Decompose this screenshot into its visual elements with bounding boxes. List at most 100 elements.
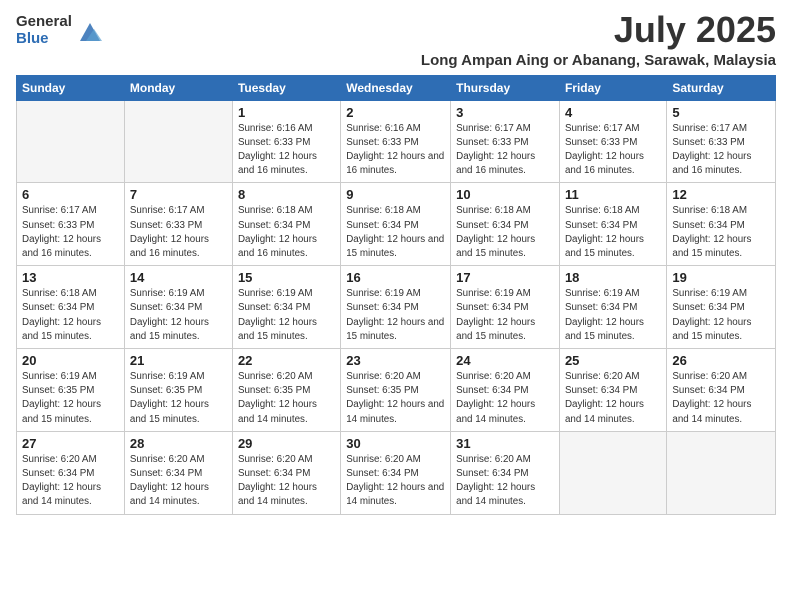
calendar-cell: 17 Sunrise: 6:19 AM Sunset: 6:34 PM Dayli… (451, 266, 560, 349)
day-info: Sunrise: 6:20 AM Sunset: 6:34 PM Dayligh… (22, 453, 119, 510)
day-number: 22 (238, 353, 335, 368)
day-info: Sunrise: 6:19 AM Sunset: 6:35 PM Dayligh… (130, 370, 227, 427)
day-info: Sunrise: 6:17 AM Sunset: 6:33 PM Dayligh… (672, 122, 770, 179)
day-info: Sunrise: 6:19 AM Sunset: 6:35 PM Dayligh… (22, 370, 119, 427)
day-number: 7 (130, 187, 227, 202)
calendar-cell: 7 Sunrise: 6:17 AM Sunset: 6:33 PM Daylig… (124, 183, 232, 266)
day-info: Sunrise: 6:20 AM Sunset: 6:34 PM Dayligh… (672, 370, 770, 427)
weekday-header: Wednesday (341, 75, 451, 100)
calendar-cell: 11Sunrise: 6:18 AM Sunset: 6:34 PM Dayli… (559, 183, 666, 266)
weekday-header-row: SundayMondayTuesdayWednesdayThursdayFrid… (17, 75, 776, 100)
day-info: Sunrise: 6:20 AM Sunset: 6:34 PM Dayligh… (456, 453, 554, 510)
calendar-cell: 4 Sunrise: 6:17 AM Sunset: 6:33 PM Daylig… (559, 100, 666, 183)
day-info: Sunrise: 6:20 AM Sunset: 6:34 PM Dayligh… (238, 453, 335, 510)
day-number: 2 (346, 105, 445, 120)
page: General Blue July 2025 Long Ampan Aing o… (0, 0, 792, 612)
day-number: 17 (456, 270, 554, 285)
day-info: Sunrise: 6:20 AM Sunset: 6:35 PM Dayligh… (238, 370, 335, 427)
day-info: Sunrise: 6:19 AM Sunset: 6:34 PM Dayligh… (565, 287, 661, 344)
calendar-cell (124, 100, 232, 183)
calendar-cell (17, 100, 125, 183)
day-number: 26 (672, 353, 770, 368)
weekday-header: Tuesday (232, 75, 340, 100)
day-number: 15 (238, 270, 335, 285)
day-number: 23 (346, 353, 445, 368)
day-number: 3 (456, 105, 554, 120)
weekday-header: Monday (124, 75, 232, 100)
month-title: July 2025 (421, 10, 776, 50)
calendar-cell: 26 Sunrise: 6:20 AM Sunset: 6:34 PM Dayli… (667, 349, 776, 432)
day-number: 30 (346, 436, 445, 451)
calendar-cell: 8 Sunrise: 6:18 AM Sunset: 6:34 PM Daylig… (232, 183, 340, 266)
calendar-cell: 10 Sunrise: 6:18 AM Sunset: 6:34 PM Dayli… (451, 183, 560, 266)
calendar-cell: 3 Sunrise: 6:17 AM Sunset: 6:33 PM Daylig… (451, 100, 560, 183)
day-number: 29 (238, 436, 335, 451)
day-number: 9 (346, 187, 445, 202)
day-number: 16 (346, 270, 445, 285)
day-number: 4 (565, 105, 661, 120)
logo: General Blue (16, 14, 104, 47)
day-number: 21 (130, 353, 227, 368)
day-info: Sunrise: 6:17 AM Sunset: 6:33 PM Dayligh… (565, 122, 661, 179)
calendar-cell: 2 Sunrise: 6:16 AM Sunset: 6:33 PM Daylig… (341, 100, 451, 183)
weekday-header: Thursday (451, 75, 560, 100)
calendar-cell: 15Sunrise: 6:19 AM Sunset: 6:34 PM Dayli… (232, 266, 340, 349)
day-info: Sunrise: 6:19 AM Sunset: 6:34 PM Dayligh… (130, 287, 227, 344)
day-info: Sunrise: 6:18 AM Sunset: 6:34 PM Dayligh… (22, 287, 119, 344)
day-info: Sunrise: 6:18 AM Sunset: 6:34 PM Dayligh… (346, 204, 445, 261)
day-number: 27 (22, 436, 119, 451)
day-number: 5 (672, 105, 770, 120)
day-info: Sunrise: 6:20 AM Sunset: 6:34 PM Dayligh… (456, 370, 554, 427)
calendar-cell: 22 Sunrise: 6:20 AM Sunset: 6:35 PM Dayli… (232, 349, 340, 432)
calendar-cell: 23 Sunrise: 6:20 AM Sunset: 6:35 PM Dayli… (341, 349, 451, 432)
day-number: 10 (456, 187, 554, 202)
day-number: 6 (22, 187, 119, 202)
day-info: Sunrise: 6:20 AM Sunset: 6:34 PM Dayligh… (346, 453, 445, 510)
logo-icon (76, 17, 104, 45)
day-number: 12 (672, 187, 770, 202)
day-info: Sunrise: 6:17 AM Sunset: 6:33 PM Dayligh… (130, 204, 227, 261)
day-info: Sunrise: 6:19 AM Sunset: 6:34 PM Dayligh… (456, 287, 554, 344)
logo-blue: Blue (16, 31, 72, 48)
logo-text: General Blue (16, 14, 72, 47)
logo-general: General (16, 14, 72, 31)
calendar-week-row: 20 Sunrise: 6:19 AM Sunset: 6:35 PM Dayli… (17, 349, 776, 432)
calendar-table: SundayMondayTuesdayWednesdayThursdayFrid… (16, 75, 776, 515)
day-number: 19 (672, 270, 770, 285)
calendar-cell: 12 Sunrise: 6:18 AM Sunset: 6:34 PM Dayli… (667, 183, 776, 266)
day-info: Sunrise: 6:19 AM Sunset: 6:34 PM Dayligh… (672, 287, 770, 344)
day-info: Sunrise: 6:20 AM Sunset: 6:34 PM Dayligh… (130, 453, 227, 510)
day-info: Sunrise: 6:18 AM Sunset: 6:34 PM Dayligh… (238, 204, 335, 261)
day-number: 31 (456, 436, 554, 451)
day-number: 25 (565, 353, 661, 368)
calendar-week-row: 27 Sunrise: 6:20 AM Sunset: 6:34 PM Dayli… (17, 431, 776, 514)
day-number: 28 (130, 436, 227, 451)
calendar-cell: 1Sunrise: 6:16 AM Sunset: 6:33 PM Daylig… (232, 100, 340, 183)
calendar-cell: 31 Sunrise: 6:20 AM Sunset: 6:34 PM Dayli… (451, 431, 560, 514)
day-number: 14 (130, 270, 227, 285)
day-info: Sunrise: 6:17 AM Sunset: 6:33 PM Dayligh… (456, 122, 554, 179)
calendar-cell: 27 Sunrise: 6:20 AM Sunset: 6:34 PM Dayli… (17, 431, 125, 514)
day-info: Sunrise: 6:20 AM Sunset: 6:35 PM Dayligh… (346, 370, 445, 427)
day-number: 20 (22, 353, 119, 368)
calendar-cell: 30 Sunrise: 6:20 AM Sunset: 6:34 PM Dayli… (341, 431, 451, 514)
calendar-cell: 5 Sunrise: 6:17 AM Sunset: 6:33 PM Daylig… (667, 100, 776, 183)
day-info: Sunrise: 6:16 AM Sunset: 6:33 PM Dayligh… (346, 122, 445, 179)
calendar-cell: 6Sunrise: 6:17 AM Sunset: 6:33 PM Daylig… (17, 183, 125, 266)
day-number: 11 (565, 187, 661, 202)
day-info: Sunrise: 6:20 AM Sunset: 6:34 PM Dayligh… (565, 370, 661, 427)
calendar-cell: 28 Sunrise: 6:20 AM Sunset: 6:34 PM Dayli… (124, 431, 232, 514)
day-info: Sunrise: 6:16 AM Sunset: 6:33 PM Dayligh… (238, 122, 335, 179)
calendar-cell: 24Sunrise: 6:20 AM Sunset: 6:34 PM Dayli… (451, 349, 560, 432)
calendar-week-row: 13Sunrise: 6:18 AM Sunset: 6:34 PM Dayli… (17, 266, 776, 349)
day-number: 8 (238, 187, 335, 202)
calendar-cell: 29 Sunrise: 6:20 AM Sunset: 6:34 PM Dayli… (232, 431, 340, 514)
calendar-week-row: 1Sunrise: 6:16 AM Sunset: 6:33 PM Daylig… (17, 100, 776, 183)
day-info: Sunrise: 6:18 AM Sunset: 6:34 PM Dayligh… (456, 204, 554, 261)
calendar-cell: 21 Sunrise: 6:19 AM Sunset: 6:35 PM Dayli… (124, 349, 232, 432)
calendar-cell: 20 Sunrise: 6:19 AM Sunset: 6:35 PM Dayli… (17, 349, 125, 432)
subtitle: Long Ampan Aing or Abanang, Sarawak, Mal… (421, 52, 776, 69)
weekday-header: Sunday (17, 75, 125, 100)
day-info: Sunrise: 6:18 AM Sunset: 6:34 PM Dayligh… (672, 204, 770, 261)
day-number: 18 (565, 270, 661, 285)
